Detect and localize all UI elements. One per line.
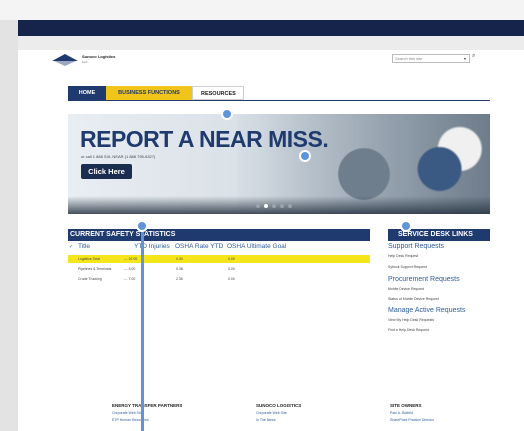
banner-call-line: or call 1 888 SXL NEAR (1 888 795-6327) <box>81 154 156 159</box>
find-request-link[interactable]: Find a Help Desk Request <box>388 328 429 332</box>
row-title: Logistics Total <box>78 257 100 261</box>
carousel-dot-active[interactable] <box>264 204 268 208</box>
col-header-title[interactable]: Title <box>78 243 90 250</box>
click-here-button[interactable]: Click Here <box>81 164 132 179</box>
search-placeholder: Search this site <box>395 56 423 61</box>
top-navigation: HOME BUSINESS FUNCTIONS RESOURCES <box>68 86 244 100</box>
carousel-dot[interactable] <box>280 204 284 208</box>
procurement-requests-heading[interactable]: Procurement Requests <box>388 276 460 283</box>
banner-carousel-dots <box>256 204 292 208</box>
page-header-strip <box>18 36 524 50</box>
help-desk-request-link[interactable]: Help Desk Request <box>388 254 418 258</box>
row-goal: 0.00 <box>228 267 235 271</box>
footer-link[interactable]: In The News <box>256 418 301 422</box>
search-scope-chevron-down-icon[interactable]: ▾ <box>464 56 466 61</box>
tab-business-functions[interactable]: BUSINESS FUNCTIONS <box>106 86 192 100</box>
pointer-line <box>141 229 144 431</box>
banner-headline: REPORT A NEAR MISS. <box>80 126 329 152</box>
table-row[interactable]: Logistics Total --- 10.00 0.30 0.00 <box>68 255 370 263</box>
footer-heading: SUNOCO LOGISTICS <box>256 403 302 408</box>
logo-sub: LLC <box>82 60 88 64</box>
safety-statistics-header: CURRENT SAFETY STATISTICS <box>68 229 370 241</box>
footer-link[interactable]: Paul A. Botfeld <box>390 411 434 415</box>
select-all-check-icon[interactable]: ✓ <box>69 244 73 250</box>
click-marker-icon <box>299 150 311 162</box>
footer-link[interactable]: ETP Human Resources <box>112 418 182 422</box>
nav-underline <box>68 100 490 101</box>
footer-column-site-owners: SITE OWNERS Paul A. Botfeld SharePoint P… <box>390 403 434 422</box>
row-title: Pipelines & Terminals <box>78 267 112 271</box>
click-marker-icon <box>136 220 148 232</box>
table-row[interactable]: Crude Trucking --- 7.00 2.36 0.00 <box>68 275 370 283</box>
footer-column-etp: ENERGY TRANSFER PARTNERS Corporate Web S… <box>112 403 182 422</box>
near-miss-banner[interactable]: REPORT A NEAR MISS. or call 1 888 SXL NE… <box>68 114 490 214</box>
row-title: Crude Trucking <box>78 277 102 281</box>
row-rate: 0.30 <box>176 257 183 261</box>
click-marker-icon <box>221 108 233 120</box>
carousel-dot[interactable] <box>288 204 292 208</box>
search-icon[interactable]: ⌕ <box>472 53 475 60</box>
footer-link[interactable]: SharePoint Practice Director <box>390 418 434 422</box>
manage-active-requests-heading[interactable]: Manage Active Requests <box>388 307 465 314</box>
row-rate: 2.36 <box>176 277 183 281</box>
row-ytd: --- 3.00 <box>124 267 136 271</box>
carousel-dot[interactable] <box>272 204 276 208</box>
footer-heading: ENERGY TRANSFER PARTNERS <box>112 403 183 408</box>
col-header-ytd-injuries[interactable]: YTD Injuries <box>134 243 170 250</box>
row-goal: 0.00 <box>228 277 235 281</box>
browser-top-strip <box>0 0 524 20</box>
col-header-osha-rate[interactable]: OSHA Rate YTD <box>175 243 223 250</box>
mobile-device-request-link[interactable]: Mobile Device Request <box>388 287 424 291</box>
footer-heading: SITE OWNERS <box>390 403 422 408</box>
site-top-ribbon <box>18 20 524 36</box>
sybock-support-request-link[interactable]: Sybock Support Request <box>388 265 427 269</box>
col-header-osha-goal[interactable]: OSHA Ultimate Goal <box>227 243 286 250</box>
mobile-device-status-link[interactable]: Status of Mobile Device Request <box>388 297 439 301</box>
site-logo[interactable]: Sunoco Logistics LLC <box>52 53 116 67</box>
row-rate: 0.38 <box>176 267 183 271</box>
table-row[interactable]: Pipelines & Terminals --- 3.00 0.38 0.00 <box>68 265 370 273</box>
search-input[interactable]: Search this site ▾ <box>392 54 470 63</box>
support-requests-heading[interactable]: Support Requests <box>388 243 444 250</box>
logo-name: Sunoco Logistics <box>82 54 116 59</box>
tab-home[interactable]: HOME <box>68 86 106 100</box>
carousel-dot[interactable] <box>256 204 260 208</box>
logo-mark-shadow-icon <box>54 61 76 66</box>
row-ytd: --- 10.00 <box>124 257 138 261</box>
footer-column-sunoco: SUNOCO LOGISTICS Corporate Web Site In T… <box>256 403 301 422</box>
footer-link[interactable]: Corporate Web Site <box>112 411 182 415</box>
view-my-requests-link[interactable]: View My Help Desk Requests <box>388 318 434 322</box>
click-marker-icon <box>400 220 412 232</box>
tab-resources[interactable]: RESOURCES <box>192 86 244 100</box>
logo-mark-icon <box>52 54 78 61</box>
row-goal: 0.00 <box>228 257 235 261</box>
row-ytd: --- 7.00 <box>124 277 136 281</box>
footer-link[interactable]: Corporate Web Site <box>256 411 301 415</box>
